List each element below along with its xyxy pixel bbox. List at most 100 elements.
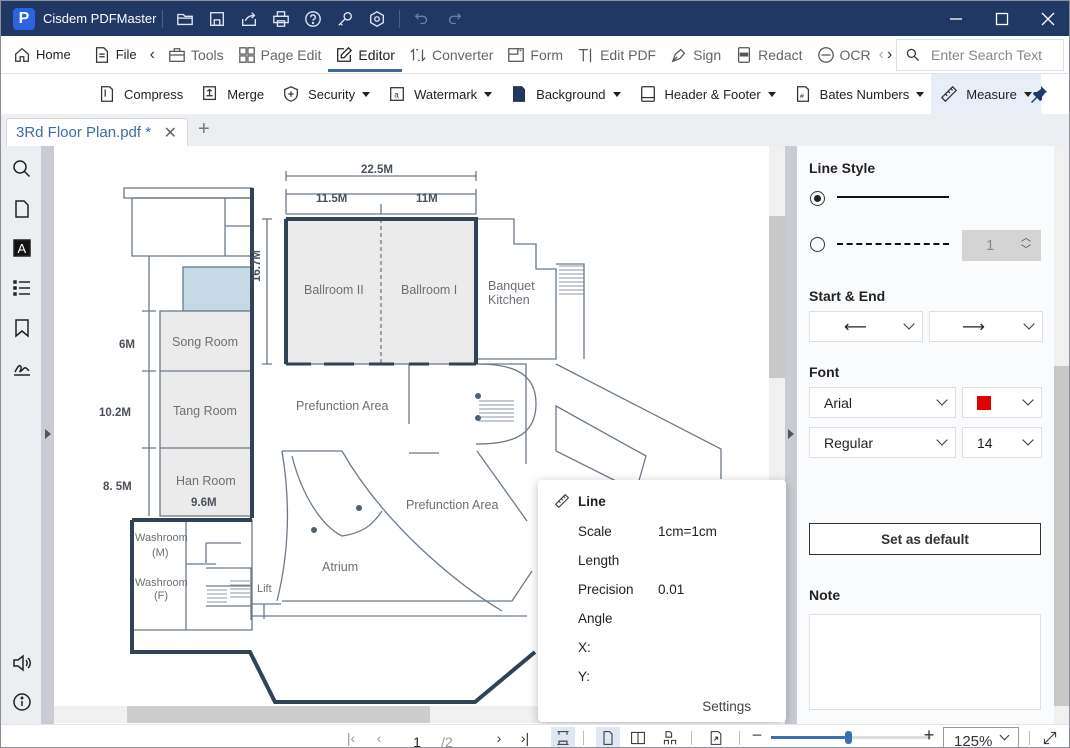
search-icon[interactable] xyxy=(11,158,33,180)
solid-line-radio[interactable] xyxy=(810,191,825,206)
expand-left-panel-icon[interactable] xyxy=(45,429,51,439)
close-icon[interactable]: ✕ xyxy=(164,123,177,143)
menu-home[interactable]: Home xyxy=(6,36,78,74)
menu-page-edit[interactable]: Page Edit xyxy=(231,36,329,74)
pin-toolbar-button[interactable] xyxy=(1029,84,1049,107)
font-style-dropdown[interactable]: Regular xyxy=(809,427,956,458)
settings-link[interactable]: Settings xyxy=(702,699,751,714)
menu-edit-pdf[interactable]: Edit PDF xyxy=(570,36,663,74)
chevron-up-icon[interactable]: ︿ xyxy=(1021,234,1031,244)
undo-icon[interactable] xyxy=(406,1,438,36)
fullscreen-button[interactable] xyxy=(1041,727,1059,747)
set-as-default-button[interactable]: Set as default xyxy=(809,523,1041,555)
scroll-thumb[interactable] xyxy=(127,706,430,723)
minimize-button[interactable] xyxy=(933,1,979,36)
menu-redact[interactable]: Redact xyxy=(728,36,809,74)
search-input[interactable]: Enter Search Text xyxy=(896,39,1064,71)
page-thumbnail-icon[interactable] xyxy=(11,198,33,220)
merge-label: Merge xyxy=(227,86,265,102)
compress-button[interactable]: Compress xyxy=(89,74,192,114)
scroll-thumb[interactable] xyxy=(1054,366,1069,706)
menu-editor[interactable]: Editor xyxy=(328,36,402,74)
dashed-line-preview xyxy=(837,243,949,245)
zoom-slider-handle[interactable] xyxy=(844,731,852,744)
font-color-dropdown[interactable] xyxy=(962,387,1042,418)
open-folder-icon[interactable] xyxy=(169,1,201,36)
first-page-button[interactable]: |‹ xyxy=(343,727,359,747)
start-arrow-dropdown[interactable]: ⟵ xyxy=(809,311,923,342)
menu-scroll-left-icon[interactable]: ‹ xyxy=(878,46,885,64)
next-page-button[interactable]: › xyxy=(491,727,507,747)
zoom-in-button[interactable]: + xyxy=(921,725,937,746)
menu-form[interactable]: Form xyxy=(500,36,570,74)
print-icon[interactable] xyxy=(265,1,297,36)
info-icon[interactable] xyxy=(11,691,33,713)
add-tab-button[interactable]: + xyxy=(198,118,210,141)
end-arrow-dropdown[interactable]: ⟶ xyxy=(929,311,1043,342)
fit-width-button[interactable] xyxy=(551,727,575,747)
note-textarea[interactable] xyxy=(809,614,1041,710)
settings-icon[interactable] xyxy=(361,1,393,36)
menu-converter[interactable]: Converter xyxy=(402,36,500,74)
bookmark-icon[interactable] xyxy=(11,317,33,339)
close-window-button[interactable] xyxy=(1025,1,1069,36)
menu-tools[interactable]: Tools xyxy=(161,36,231,74)
chevron-down-icon[interactable]: ﹀ xyxy=(1021,246,1031,256)
room-ballroom-1: Ballroom I xyxy=(401,283,458,297)
current-page-input[interactable]: 1 xyxy=(406,731,428,748)
help-icon[interactable] xyxy=(297,1,329,36)
zoom-out-button[interactable]: − xyxy=(749,725,765,746)
room-tang: Tang Room xyxy=(173,404,237,418)
outline-list-icon[interactable] xyxy=(11,277,33,299)
text-annotation-icon[interactable]: A xyxy=(11,237,33,259)
maximize-button[interactable] xyxy=(979,1,1025,36)
previous-page-button[interactable]: ‹ xyxy=(371,727,387,747)
zoom-level-dropdown[interactable]: 125% xyxy=(943,727,1019,747)
speaker-icon[interactable] xyxy=(11,652,33,674)
left-panel-collapse-strip[interactable] xyxy=(41,146,54,724)
signature-icon[interactable] xyxy=(11,357,33,379)
dim-song-room: 6M xyxy=(119,339,135,351)
tab-floor-plan[interactable]: 3Rd Floor Plan.pdf * ✕ xyxy=(6,118,188,146)
menu-sign[interactable]: Sign xyxy=(663,36,728,74)
panel-scrollbar[interactable] xyxy=(1054,146,1069,724)
save-icon[interactable] xyxy=(201,1,233,36)
app-logo: P xyxy=(13,7,35,30)
right-panel-collapse-strip[interactable] xyxy=(785,146,797,724)
watermark-label: Watermark xyxy=(414,86,478,102)
single-page-button[interactable] xyxy=(596,727,620,747)
font-family-dropdown[interactable]: Arial xyxy=(809,387,956,418)
zoom-slider[interactable] xyxy=(771,731,931,744)
menu-ocr[interactable]: OCR xyxy=(810,36,878,74)
menu-scroll-left-icon[interactable]: ‹ xyxy=(144,46,161,64)
background-dropdown[interactable]: Background xyxy=(501,74,629,114)
menu-page-edit-label: Page Edit xyxy=(260,46,322,63)
share-icon[interactable] xyxy=(233,1,265,36)
y-label: Y: xyxy=(578,669,591,684)
measure-info-popup: Line Scale 1cm=1cm Length Precision 0.01… xyxy=(538,480,786,722)
export-page-button[interactable] xyxy=(704,727,728,747)
redo-icon[interactable] xyxy=(438,1,470,36)
divider xyxy=(399,9,401,28)
menu-scroll-right-icon[interactable]: › xyxy=(885,46,894,64)
dim-han-room: 8. 5M xyxy=(103,481,132,493)
two-page-button[interactable] xyxy=(626,727,650,747)
menu-file[interactable]: File xyxy=(86,36,144,74)
scroll-thumb[interactable] xyxy=(769,216,785,378)
line-style-title: Line Style xyxy=(809,160,876,176)
font-size-dropdown[interactable]: 14 xyxy=(962,427,1042,458)
dashed-line-radio[interactable] xyxy=(810,237,825,252)
expand-right-panel-icon[interactable] xyxy=(788,429,794,439)
scroll-pages-button[interactable] xyxy=(658,727,682,747)
last-page-button[interactable]: ›| xyxy=(517,727,533,747)
merge-button[interactable]: Merge xyxy=(192,74,273,114)
key-icon[interactable] xyxy=(329,1,361,36)
header-footer-dropdown[interactable]: Header & Footer xyxy=(630,74,785,114)
font-color-swatch xyxy=(977,395,991,410)
security-dropdown[interactable]: Security xyxy=(273,74,379,114)
dash-width-stepper[interactable]: 1 ︿ ﹀ xyxy=(962,230,1041,261)
measure-dropdown[interactable]: Measure xyxy=(931,74,1041,114)
svg-text:#: # xyxy=(800,92,804,101)
bates-numbers-dropdown[interactable]: # Bates Numbers xyxy=(785,74,934,114)
watermark-dropdown[interactable]: a Watermark xyxy=(379,74,501,114)
